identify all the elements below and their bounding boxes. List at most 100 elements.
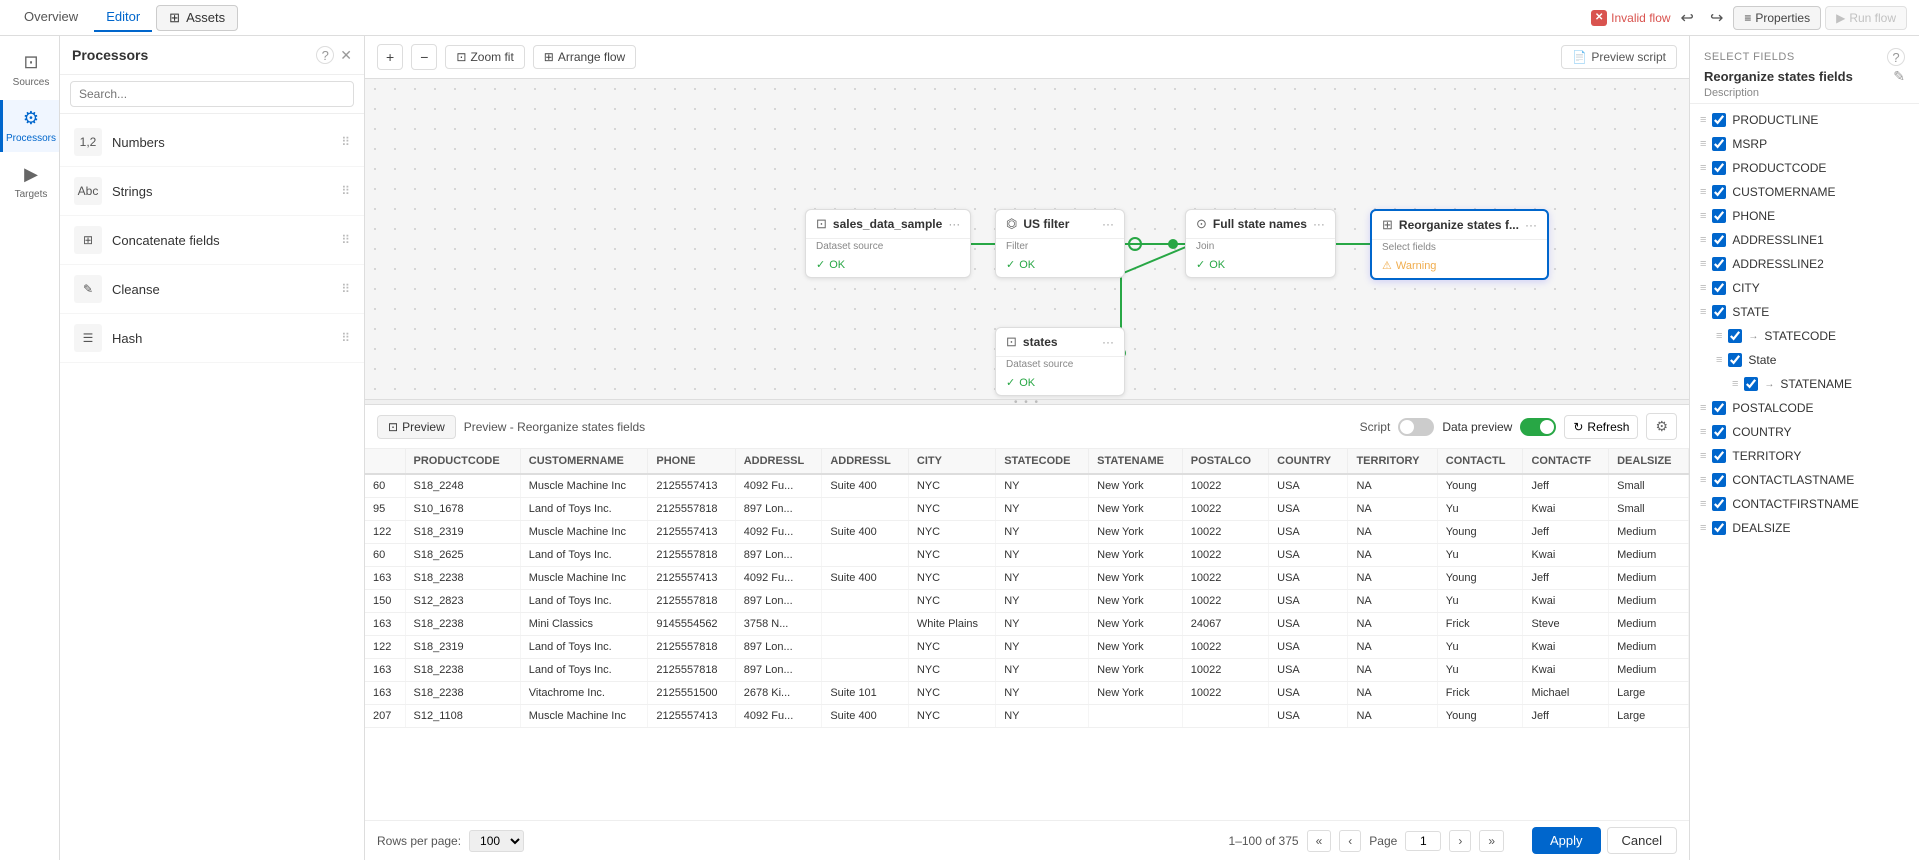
field-drag-icon[interactable]: ≡	[1700, 402, 1706, 414]
field-drag-icon[interactable]: ≡	[1700, 114, 1706, 126]
sidebar-item-targets[interactable]: ▶ Targets	[0, 156, 59, 208]
field-checkbox-productcode[interactable]	[1712, 161, 1726, 175]
processors-help-icon[interactable]: ?	[316, 46, 334, 64]
arrange-flow-btn[interactable]: ⊞ Arrange flow	[533, 45, 636, 69]
edit-icon[interactable]: ✎	[1893, 68, 1905, 85]
field-checkbox-customername[interactable]	[1712, 185, 1726, 199]
col-header-contactl[interactable]: CONTACTL	[1437, 449, 1523, 474]
field-drag-icon[interactable]: ≡	[1700, 282, 1706, 294]
field-checkbox-country[interactable]	[1712, 425, 1726, 439]
field-checkbox-msrp[interactable]	[1712, 137, 1726, 151]
zoom-in-btn[interactable]: +	[377, 44, 403, 70]
col-header-customername[interactable]: CUSTOMERNAME	[520, 449, 648, 474]
preview-tab[interactable]: ⊡ Preview	[377, 415, 456, 439]
field-checkbox-state_group[interactable]	[1712, 305, 1726, 319]
col-header-contactf[interactable]: CONTACTF	[1523, 449, 1609, 474]
field-drag-icon[interactable]: ≡	[1700, 450, 1706, 462]
sidebar-item-processors[interactable]: ⚙ Processors	[0, 100, 59, 152]
sales-node-menu[interactable]: ···	[948, 217, 960, 231]
field-checkbox-city[interactable]	[1712, 281, 1726, 295]
col-header-city[interactable]: CITY	[908, 449, 995, 474]
field-checkbox-statecode[interactable]	[1728, 329, 1742, 343]
field-checkbox-addressline1[interactable]	[1712, 233, 1726, 247]
canvas[interactable]: ⊡ sales_data_sample ··· Dataset source ✓…	[365, 79, 1689, 399]
field-drag-icon[interactable]: ≡	[1732, 378, 1738, 390]
col-header-productcode[interactable]: PRODUCTCODE	[405, 449, 520, 474]
field-checkbox-productline[interactable]	[1712, 113, 1726, 127]
tab-assets[interactable]: ⊞ Assets	[156, 5, 238, 31]
col-header-dealsize[interactable]: DEALSIZE	[1609, 449, 1689, 474]
cancel-btn[interactable]: Cancel	[1607, 827, 1677, 854]
help-icon[interactable]: ?	[1887, 48, 1905, 66]
field-checkbox-postalcode[interactable]	[1712, 401, 1726, 415]
page-first-btn[interactable]: «	[1307, 830, 1332, 852]
processor-item-hash[interactable]: ☰ Hash ⠿	[60, 314, 364, 363]
col-header-country[interactable]: COUNTRY	[1269, 449, 1348, 474]
processor-item-numbers[interactable]: 1,2 Numbers ⠿	[60, 118, 364, 167]
script-toggle[interactable]	[1398, 418, 1434, 436]
field-drag-icon[interactable]: ≡	[1716, 354, 1722, 366]
field-drag-icon[interactable]: ≡	[1700, 522, 1706, 534]
field-checkbox-contactlastname[interactable]	[1712, 473, 1726, 487]
field-drag-icon[interactable]: ≡	[1716, 330, 1722, 342]
properties-btn[interactable]: ≡ Properties	[1733, 6, 1821, 30]
field-checkbox-dealsize[interactable]	[1712, 521, 1726, 535]
data-table-wrap[interactable]: PRODUCTCODE CUSTOMERNAME PHONE ADDRESSL …	[365, 449, 1689, 820]
field-checkbox-addressline2[interactable]	[1712, 257, 1726, 271]
node-states[interactable]: ⊡ states ··· Dataset source ✓ OK	[995, 327, 1125, 396]
filter-node-menu[interactable]: ···	[1102, 217, 1114, 231]
join-node-menu[interactable]: ···	[1313, 217, 1325, 231]
tab-overview[interactable]: Overview	[12, 3, 90, 32]
col-header-territory[interactable]: TERRITORY	[1348, 449, 1437, 474]
processor-item-concatenate[interactable]: ⊞ Concatenate fields ⠿	[60, 216, 364, 265]
field-drag-icon[interactable]: ≡	[1700, 138, 1706, 150]
field-checkbox-phone[interactable]	[1712, 209, 1726, 223]
col-header-postalco[interactable]: POSTALCO	[1182, 449, 1268, 474]
node-full-state-names[interactable]: ⊙ Full state names ··· Join ✓ OK	[1185, 209, 1336, 278]
col-header-statecode[interactable]: STATECODE	[996, 449, 1089, 474]
table-settings-btn[interactable]: ⚙	[1646, 413, 1677, 440]
field-drag-icon[interactable]: ≡	[1700, 426, 1706, 438]
zoom-fit-btn[interactable]: ⊡ Zoom fit	[445, 45, 524, 69]
field-checkbox-statename_group[interactable]	[1728, 353, 1742, 367]
sidebar-item-sources[interactable]: ⊡ Sources	[0, 44, 59, 96]
page-next-btn[interactable]: ›	[1449, 830, 1471, 852]
field-drag-icon[interactable]: ≡	[1700, 210, 1706, 222]
field-checkbox-contactfirstname[interactable]	[1712, 497, 1726, 511]
field-drag-icon[interactable]: ≡	[1700, 498, 1706, 510]
processors-search-input[interactable]	[70, 81, 354, 107]
data-preview-toggle[interactable]	[1520, 418, 1556, 436]
node-reorganize-states[interactable]: ⊞ Reorganize states f... ··· Select fiel…	[1370, 209, 1549, 280]
field-drag-icon[interactable]: ≡	[1700, 258, 1706, 270]
states-node-menu[interactable]: ···	[1102, 335, 1114, 349]
node-sales-data-sample[interactable]: ⊡ sales_data_sample ··· Dataset source ✓…	[805, 209, 971, 278]
reorganize-node-menu[interactable]: ···	[1525, 218, 1537, 232]
preview-script-btn[interactable]: 📄 Preview script	[1561, 45, 1677, 69]
undo-btn[interactable]: ↩	[1675, 4, 1700, 32]
field-drag-icon[interactable]: ≡	[1700, 186, 1706, 198]
processor-item-strings[interactable]: Abc Strings ⠿	[60, 167, 364, 216]
page-input[interactable]	[1405, 831, 1441, 851]
node-us-filter[interactable]: ⏣ US filter ··· Filter ✓ OK	[995, 209, 1125, 278]
field-drag-icon[interactable]: ≡	[1700, 474, 1706, 486]
field-drag-icon[interactable]: ≡	[1700, 306, 1706, 318]
col-header-addressl2[interactable]: ADDRESSL	[822, 449, 909, 474]
field-drag-icon[interactable]: ≡	[1700, 162, 1706, 174]
refresh-btn[interactable]: ↻ Refresh	[1564, 415, 1638, 439]
apply-btn[interactable]: Apply	[1532, 827, 1601, 854]
col-header-addressl1[interactable]: ADDRESSL	[735, 449, 822, 474]
processor-item-cleanse[interactable]: ✎ Cleanse ⠿	[60, 265, 364, 314]
rows-per-page-select[interactable]: 100 50 25	[469, 830, 524, 852]
zoom-out-btn[interactable]: −	[411, 44, 437, 70]
page-prev-btn[interactable]: ‹	[1339, 830, 1361, 852]
col-header-statename[interactable]: STATENAME	[1089, 449, 1183, 474]
processors-collapse-btn[interactable]: ✕	[340, 47, 352, 64]
page-last-btn[interactable]: »	[1479, 830, 1504, 852]
redo-btn[interactable]: ↪	[1704, 4, 1729, 32]
field-checkbox-statename[interactable]	[1744, 377, 1758, 391]
col-header-phone[interactable]: PHONE	[648, 449, 735, 474]
field-drag-icon[interactable]: ≡	[1700, 234, 1706, 246]
tab-editor[interactable]: Editor	[94, 3, 152, 32]
field-checkbox-territory[interactable]	[1712, 449, 1726, 463]
run-flow-btn[interactable]: ▶ Run flow	[1825, 6, 1907, 30]
